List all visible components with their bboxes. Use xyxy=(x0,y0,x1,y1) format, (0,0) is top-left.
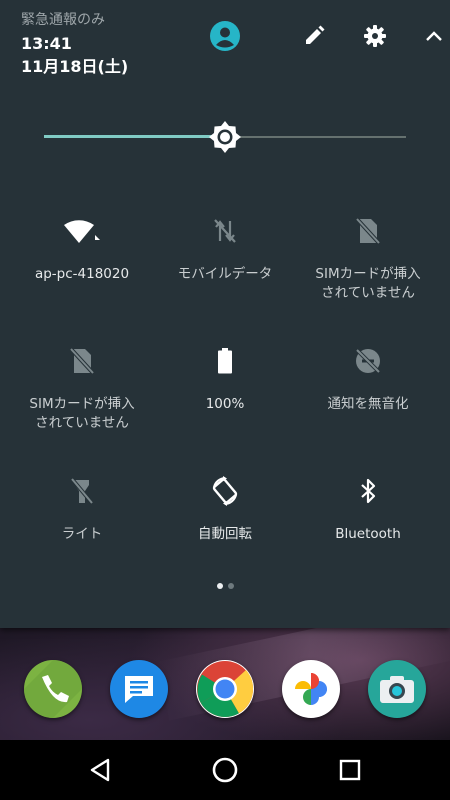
pencil-edit-icon[interactable] xyxy=(297,19,331,53)
photos-app-icon[interactable] xyxy=(282,660,340,718)
brightness-slider[interactable] xyxy=(44,118,406,156)
battery-icon xyxy=(205,341,245,381)
chrome-app-icon[interactable] xyxy=(196,660,254,718)
date[interactable]: 11月18日(土) xyxy=(21,53,128,77)
tile-flashlight[interactable]: ライト xyxy=(7,465,157,585)
tile-label: モバイルデータ xyxy=(177,266,273,282)
account-icon[interactable] xyxy=(208,19,242,53)
tile-label: SIMカードが挿入 されていません xyxy=(29,396,135,431)
tile-sim-1[interactable]: SIMカードが挿入 されていません xyxy=(293,205,443,325)
clock[interactable]: 13:41 xyxy=(21,34,72,53)
tile-battery[interactable]: 100% xyxy=(150,335,300,455)
phone-app-icon[interactable] xyxy=(24,660,82,718)
gear-icon[interactable] xyxy=(358,19,392,53)
header-actions xyxy=(190,19,450,53)
tile-label: Bluetooth xyxy=(335,526,401,542)
tile-label: 100% xyxy=(205,396,245,412)
tile-label: ライト xyxy=(61,526,103,542)
android-screen: 緊急通報のみ 13:41 11月18日(土) ap-pc-418020 モバイル… xyxy=(0,0,450,800)
tile-label: 通知を無音化 xyxy=(327,396,409,412)
camera-app-icon[interactable] xyxy=(368,660,426,718)
tile-label: SIMカードが挿入 されていません xyxy=(315,266,421,301)
quick-settings-panel: 緊急通報のみ 13:41 11月18日(土) ap-pc-418020 モバイル… xyxy=(0,0,450,628)
brightness-icon[interactable] xyxy=(207,119,243,155)
tile-do-not-disturb[interactable]: 通知を無音化 xyxy=(293,335,443,455)
page-dot-active[interactable] xyxy=(216,583,223,589)
mobile-data-off-icon xyxy=(205,211,245,251)
tile-label: ap-pc-418020 xyxy=(34,266,130,282)
flashlight-off-icon xyxy=(62,471,102,511)
back-icon[interactable] xyxy=(82,752,118,788)
no-sim-icon xyxy=(62,341,102,381)
tile-sim-2[interactable]: SIMカードが挿入 されていません xyxy=(7,335,157,455)
page-indicator xyxy=(0,583,450,591)
recents-icon[interactable] xyxy=(332,752,368,788)
auto-rotate-icon xyxy=(205,471,245,511)
do-not-disturb-off-icon xyxy=(348,341,388,381)
tile-auto-rotate[interactable]: 自動回転 xyxy=(150,465,300,585)
chevron-up-icon[interactable] xyxy=(417,19,450,53)
messages-app-icon[interactable] xyxy=(110,660,168,718)
carrier-status: 緊急通報のみ xyxy=(21,12,105,28)
tile-mobile-data[interactable]: モバイルデータ xyxy=(150,205,300,325)
bluetooth-icon xyxy=(348,471,388,511)
home-icon[interactable] xyxy=(207,752,243,788)
wifi-icon xyxy=(62,211,102,251)
navigation-bar xyxy=(0,740,450,800)
brightness-fill xyxy=(44,135,225,138)
tile-label: 自動回転 xyxy=(198,526,252,542)
tile-wifi[interactable]: ap-pc-418020 xyxy=(7,205,157,325)
page-dot[interactable] xyxy=(227,583,234,589)
tile-bluetooth[interactable]: Bluetooth xyxy=(293,465,443,585)
no-sim-icon xyxy=(348,211,388,251)
